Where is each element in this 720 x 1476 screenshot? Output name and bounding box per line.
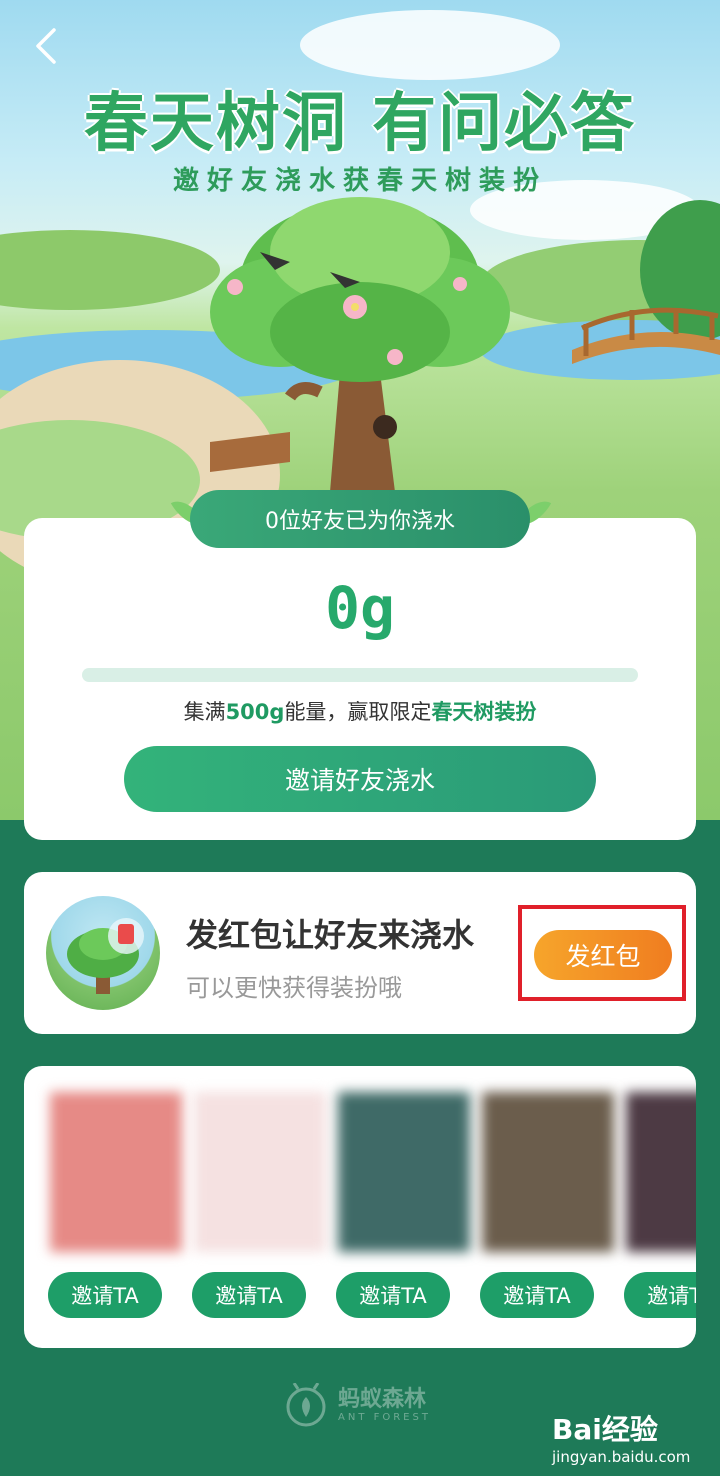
- page-title: 春天树洞 有问必答: [83, 87, 637, 161]
- back-button[interactable]: [26, 26, 66, 66]
- invite-ta-button[interactable]: 邀请TA: [480, 1272, 594, 1318]
- red-packet-tree-icon: [46, 896, 160, 1010]
- brand-name-en: ANT FOREST: [338, 1411, 431, 1423]
- friend-avatar: [194, 1092, 326, 1252]
- watering-card: 0g 集满500g能量，赢取限定春天树装扮 邀请好友浇水: [24, 518, 696, 840]
- friend-avatar: [626, 1092, 696, 1252]
- red-packet-subtitle: 可以更快获得装扮哦: [186, 974, 402, 1002]
- invite-ta-button[interactable]: 邀请TA: [336, 1272, 450, 1318]
- friend-avatar: [50, 1092, 182, 1252]
- hint-reward: 春天树装扮: [431, 700, 537, 724]
- ant-forest-leaf-icon: [286, 1383, 326, 1427]
- hint-amount: 500g: [225, 700, 285, 724]
- energy-progress-bar: [82, 668, 638, 682]
- hint-middle: 能量，赢取限定: [284, 700, 432, 724]
- friends-invite-card: 邀请TA 邀请TA 邀请TA 邀请TA 邀请TA: [24, 1066, 696, 1348]
- hint-prefix: 集满: [183, 700, 226, 724]
- energy-hint: 集满500g能量，赢取限定春天树装扮: [24, 696, 696, 726]
- chevron-left-icon: [36, 28, 56, 64]
- watermark-main: Bai经验: [552, 1413, 658, 1446]
- highlight-annotation-box: [518, 905, 686, 1001]
- bridge-illustration: [572, 307, 720, 364]
- brand-name-cn: 蚂蚁森林: [338, 1386, 427, 1412]
- watermark-url: jingyan.baidu.com: [552, 1448, 691, 1466]
- invite-friends-water-button[interactable]: 邀请好友浇水: [124, 746, 596, 812]
- invite-ta-button[interactable]: 邀请TA: [192, 1272, 306, 1318]
- friends-watered-badge: 0位好友已为你浇水: [190, 490, 530, 548]
- spring-tree-illustration: [210, 197, 510, 492]
- baidu-jingyan-watermark: Bai经验 jingyan.baidu.com: [552, 1408, 690, 1466]
- ant-forest-logo: 蚂蚁森林 ANT FOREST: [284, 1378, 454, 1432]
- energy-value: 0g: [325, 574, 395, 642]
- invite-ta-button[interactable]: 邀请TA: [48, 1272, 162, 1318]
- friend-avatar: [338, 1092, 470, 1252]
- red-packet-title: 发红包让好友来浇水: [186, 916, 475, 954]
- cloud: [300, 10, 560, 80]
- friend-avatar: [482, 1092, 614, 1252]
- invite-ta-button[interactable]: 邀请TA: [624, 1272, 696, 1318]
